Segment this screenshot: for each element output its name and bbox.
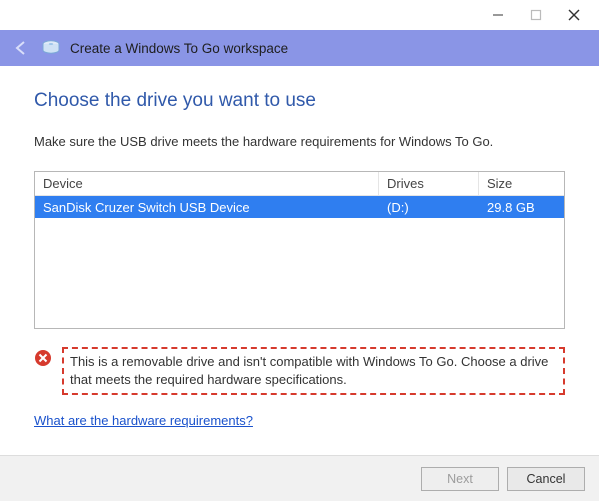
cell-device: SanDisk Cruzer Switch USB Device <box>35 200 379 215</box>
error-icon <box>34 349 52 367</box>
close-icon <box>568 9 580 21</box>
cell-drives: (D:) <box>379 200 479 215</box>
minimize-button[interactable] <box>479 1 517 29</box>
error-message: This is a removable drive and isn't comp… <box>62 347 565 395</box>
header-size[interactable]: Size <box>479 172 564 195</box>
next-button: Next <box>421 467 499 491</box>
close-button[interactable] <box>555 1 593 29</box>
cancel-button[interactable]: Cancel <box>507 467 585 491</box>
drive-table: Device Drives Size SanDisk Cruzer Switch… <box>34 171 565 329</box>
cell-size: 29.8 GB <box>479 200 564 215</box>
hardware-requirements-link[interactable]: What are the hardware requirements? <box>34 413 253 428</box>
back-button[interactable] <box>10 37 32 59</box>
header-drives[interactable]: Drives <box>379 172 479 195</box>
wizard-header: Create a Windows To Go workspace <box>0 30 599 66</box>
page-heading: Choose the drive you want to use <box>34 90 565 112</box>
back-arrow-icon <box>12 39 30 57</box>
page-instruction: Make sure the USB drive meets the hardwa… <box>34 134 565 149</box>
disk-icon <box>40 37 62 59</box>
footer: Next Cancel <box>0 455 599 501</box>
table-row[interactable]: SanDisk Cruzer Switch USB Device (D:) 29… <box>35 196 564 218</box>
error-row: This is a removable drive and isn't comp… <box>34 347 565 395</box>
minimize-icon <box>492 9 504 21</box>
table-header-row: Device Drives Size <box>35 172 564 196</box>
wizard-title: Create a Windows To Go workspace <box>70 41 288 56</box>
titlebar <box>0 0 599 30</box>
header-device[interactable]: Device <box>35 172 379 195</box>
maximize-button[interactable] <box>517 1 555 29</box>
maximize-icon <box>530 9 542 21</box>
